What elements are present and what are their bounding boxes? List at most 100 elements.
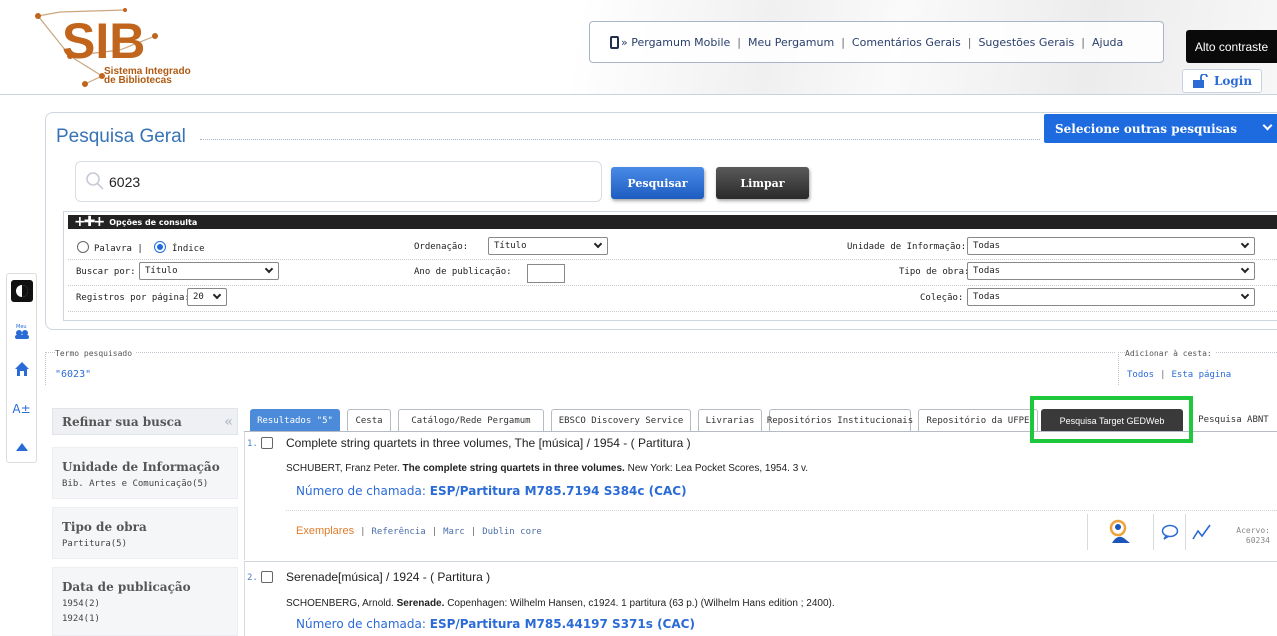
cart-add-all-link[interactable]: Todos xyxy=(1127,370,1154,380)
mobile-phone-icon xyxy=(610,35,619,49)
facet-title: Tipo de obra xyxy=(62,520,147,534)
other-searches-dropdown[interactable]: Selecione outras pesquisas xyxy=(1044,114,1277,143)
link-ajuda[interactable]: Ajuda xyxy=(1092,36,1123,49)
call-number-value: ESP/Partitura M785.7194 S384c (CAC) xyxy=(429,484,687,498)
search-button[interactable]: Pesquisar xyxy=(611,167,704,199)
facet-title: Data de publicação xyxy=(62,580,191,594)
term-label: Termo pesquisado xyxy=(55,349,136,358)
tab-cesta[interactable]: Cesta xyxy=(347,409,391,431)
facet-item[interactable]: Bib. Artes e Comunicação(5) xyxy=(62,479,237,489)
ordenacao-value: Título xyxy=(494,241,527,251)
high-contrast-button[interactable]: Alto contraste xyxy=(1186,30,1277,63)
row-divider xyxy=(68,311,1277,312)
unidade-label: Unidade de Informação: xyxy=(847,242,967,252)
registros-value: 20 xyxy=(193,292,204,302)
ordenacao-label: Ordenação: xyxy=(414,242,469,252)
tab-livrarias[interactable]: Livrarias xyxy=(698,409,762,431)
facet-item[interactable]: 1954(2) xyxy=(62,599,237,609)
separator: | xyxy=(360,527,366,537)
result-checkbox[interactable] xyxy=(261,571,273,583)
refine-title: Refinar sua busca xyxy=(62,414,182,429)
radio-indice[interactable] xyxy=(154,241,166,253)
ref-rest: New York: Lea Pocket Scores, 1954. 3 v. xyxy=(627,463,809,474)
chevron-down-icon xyxy=(593,239,603,249)
action-marc[interactable]: Marc xyxy=(443,527,465,537)
buscar-por-select[interactable]: Título xyxy=(139,262,279,280)
registros-label: Registros por página: xyxy=(76,293,190,303)
action-referencia[interactable]: Referência xyxy=(372,527,426,537)
link-sugestoes-gerais[interactable]: Sugestões Gerais xyxy=(978,36,1074,49)
action-exemplares[interactable]: Exemplares xyxy=(296,525,354,537)
row-divider xyxy=(68,259,1277,260)
accessibility-toolbar: Meu A± xyxy=(6,273,37,463)
chevron-down-icon xyxy=(1240,264,1250,274)
login-label: Login xyxy=(1213,74,1253,88)
colecao-select[interactable]: Todas xyxy=(967,288,1255,306)
chevron-down-icon xyxy=(264,264,274,274)
home-icon xyxy=(14,362,29,376)
chevron-down-icon xyxy=(212,290,222,300)
tab-repositorios[interactable]: Repositórios Institucionais xyxy=(767,409,913,431)
separator: | xyxy=(470,527,477,537)
facet-item[interactable]: 1924(1) xyxy=(62,614,237,624)
link-meu-pergamum[interactable]: Meu Pergamum xyxy=(748,36,834,49)
logo-caption-line2: de Bibliotecas xyxy=(104,75,172,86)
unidade-select[interactable]: Todas xyxy=(967,237,1255,255)
home-button[interactable] xyxy=(7,354,36,384)
facet-data-publicacao[interactable]: Data de publicação 1954(2) 1924(1) xyxy=(52,567,238,636)
link-comentarios-gerais[interactable]: Comentários Gerais xyxy=(852,36,961,49)
ref-rest: Copenhagen: Wilhelm Hansen, c1924. 1 par… xyxy=(447,598,835,609)
tab-catalogo-rede[interactable]: Catálogo/Rede Pergamum xyxy=(398,409,544,431)
scroll-top-button[interactable] xyxy=(7,432,36,462)
tipo-obra-value: Todas xyxy=(973,266,1001,276)
contrast-toggle[interactable] xyxy=(7,276,36,306)
search-icon xyxy=(86,172,104,190)
colecao-value: Todas xyxy=(973,292,1001,302)
result-actions: Exemplares | Referência | Marc | Dublin core xyxy=(296,525,542,537)
tab-resultados[interactable]: Resultados "5" xyxy=(250,409,340,431)
facet-unidade[interactable]: Unidade de Informação Bib. Artes e Comun… xyxy=(52,447,238,499)
colecao-label: Coleção: xyxy=(920,293,964,303)
reserve-button[interactable] xyxy=(1087,514,1153,550)
search-options-toggle[interactable]: +✚+ Opções de consulta xyxy=(68,214,1277,230)
tipo-obra-select[interactable]: Todas xyxy=(967,262,1255,280)
ordenacao-select[interactable]: Título xyxy=(488,237,608,255)
statistics-button[interactable] xyxy=(1185,514,1217,550)
facet-item[interactable]: Partitura(5) xyxy=(62,539,237,549)
tab-ebsco[interactable]: EBSCO Discovery Service xyxy=(551,409,691,431)
cart-add-page-link[interactable]: Esta página xyxy=(1172,370,1232,380)
action-dublin-core[interactable]: Dublin core xyxy=(482,527,542,537)
chevron-down-icon xyxy=(1262,120,1273,131)
radio-palavra[interactable] xyxy=(77,241,89,253)
font-size-button[interactable]: A± xyxy=(7,394,36,424)
result-title[interactable]: Complete string quartets in three volume… xyxy=(286,436,691,450)
unidade-value: Todas xyxy=(973,241,1001,251)
login-button[interactable]: Login xyxy=(1182,69,1262,93)
page-title: Pesquisa Geral xyxy=(56,126,190,148)
chart-line-icon xyxy=(1191,524,1211,540)
ref-author: SCHUBERT, Franz Peter. xyxy=(286,463,400,474)
comment-button[interactable] xyxy=(1153,514,1185,550)
facet-tipo-obra[interactable]: Tipo de obra Partitura(5) xyxy=(52,507,238,559)
refine-header: Refinar sua busca « xyxy=(52,408,238,435)
call-number: Número de chamada: ESP/Partitura M785.71… xyxy=(296,484,687,498)
call-number-value: ESP/Partitura M785.44197 S371s (CAC) xyxy=(429,617,695,631)
contrast-icon xyxy=(10,280,33,302)
cart-label: Adicionar à cesta: xyxy=(1125,349,1215,358)
separator: | xyxy=(737,35,741,49)
tab-repositorio-ufpe[interactable]: Repositório da UFPE xyxy=(918,409,1038,431)
top-links: » Pergamum Mobile | Meu Pergamum | Comen… xyxy=(589,21,1164,63)
plus-icon: +✚+ xyxy=(74,214,105,230)
result-title[interactable]: Serenade[música] / 1924 - ( Partitura ) xyxy=(286,570,490,584)
meu-pergamum-shortcut[interactable]: Meu xyxy=(7,316,36,346)
result-checkbox[interactable] xyxy=(261,437,273,449)
ano-publicacao-input[interactable] xyxy=(527,264,565,283)
registros-select[interactable]: 20 xyxy=(187,288,227,306)
term-value: "6023" xyxy=(55,369,92,380)
clear-button[interactable]: Limpar xyxy=(716,167,809,199)
link-pergamum-mobile[interactable]: » Pergamum Mobile xyxy=(621,36,730,49)
row-divider xyxy=(68,285,1277,286)
collapse-icon[interactable]: « xyxy=(224,414,233,430)
tab-abnt[interactable]: Pesquisa ABNT xyxy=(1190,409,1277,431)
search-input[interactable]: 6023 xyxy=(75,161,602,202)
